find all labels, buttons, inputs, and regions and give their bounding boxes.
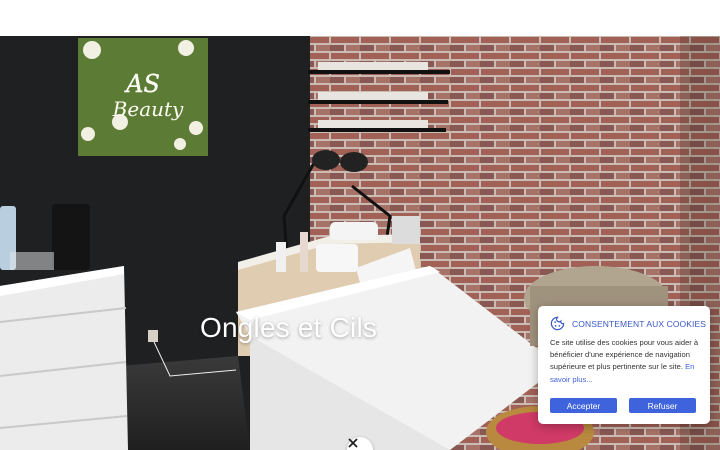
- cookie-banner-header: CONSENTEMENT AUX COOKIES: [550, 316, 706, 331]
- accept-cookies-button[interactable]: Accepter: [550, 398, 617, 413]
- chevron-down-icon: [348, 438, 358, 448]
- top-navigation-bar: [0, 0, 720, 36]
- cookie-banner-title: CONSENTEMENT AUX COOKIES: [572, 318, 707, 329]
- neon-sign-as: AS: [124, 70, 160, 98]
- cookie-banner-text: Ce site utilise des cookies pour vous ai…: [550, 337, 700, 386]
- refuse-cookies-button[interactable]: Refuser: [629, 398, 696, 413]
- neon-sign-beauty: Beauty: [112, 97, 184, 121]
- hero-title: Ongles et Cils: [200, 312, 378, 343]
- cookie-icon: [550, 316, 565, 331]
- cookie-banner-message: Ce site utilise des cookies pour vous ai…: [550, 338, 699, 372]
- cookie-consent-banner: CONSENTEMENT AUX COOKIES Ce site utilise…: [538, 306, 710, 424]
